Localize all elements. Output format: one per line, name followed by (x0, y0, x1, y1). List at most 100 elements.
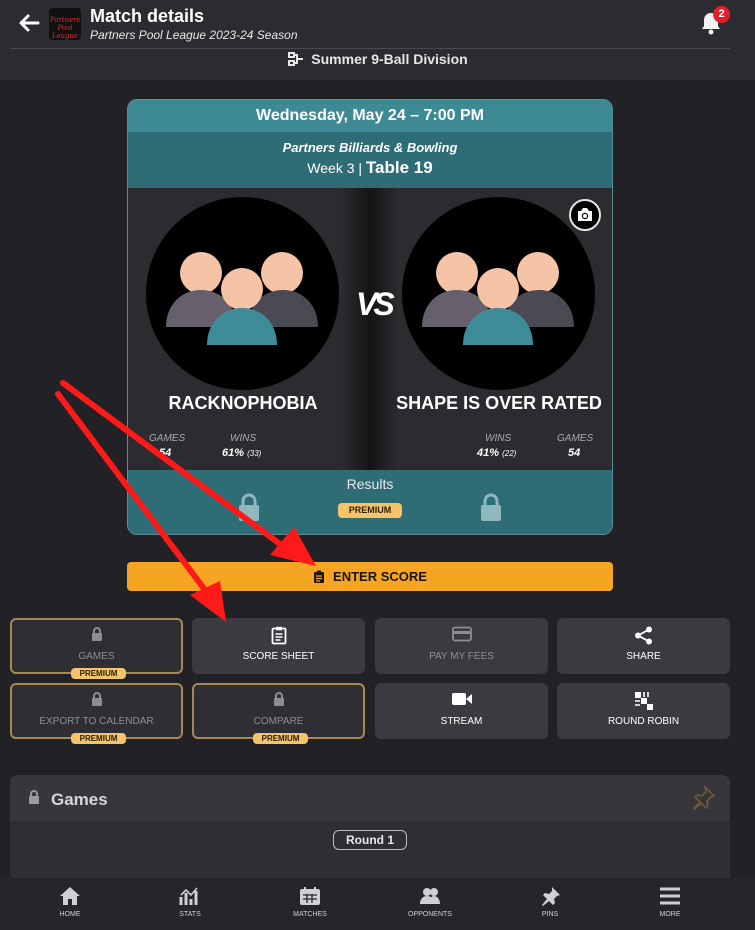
premium-badge: PREMIUM (71, 733, 126, 744)
stream-tile[interactable]: STREAM (375, 683, 548, 739)
venue-band: Partners Billiards & Bowling Week 3 | Ta… (128, 132, 612, 188)
home-games-label: GAMES (149, 433, 186, 444)
clipboard-icon (192, 626, 365, 648)
match-datetime: Wednesday, May 24 – 7:00 PM (128, 100, 612, 132)
share-icon (557, 626, 730, 648)
enter-score-button[interactable]: ENTER SCORE (127, 562, 613, 591)
versus-label: VS (356, 286, 395, 322)
pay-fees-tile-label: PAY MY FEES (429, 651, 494, 662)
round-robin-tile-label: ROUND ROBIN (607, 716, 680, 727)
nav-opponents[interactable]: OPPONENTS (380, 878, 480, 930)
week-table-line: Week 3 | Table 19 (128, 158, 612, 178)
premium-badge-label: PREMIUM (348, 505, 392, 515)
teams-area: VS RACKNOPHOBIA SHAPE IS OVER RATED GAME… (128, 188, 612, 470)
league-logo-text: Partners Pool League (49, 16, 81, 40)
lock-icon (478, 492, 504, 527)
lock-icon (12, 691, 181, 713)
week-label: Week 3 (307, 160, 355, 176)
page-title: Match details (90, 6, 205, 26)
premium-badge[interactable]: PREMIUM (338, 503, 402, 518)
page-subtitle: Partners Pool League 2023-24 Season (90, 28, 298, 42)
home-icon (60, 887, 80, 905)
home-team-name[interactable]: RACKNOPHOBIA (128, 393, 358, 414)
games-panel-header[interactable]: Games (10, 775, 730, 821)
compare-tile-label: COMPARE (253, 716, 304, 727)
games-tile-label: GAMES (78, 651, 115, 662)
round-robin-grid-icon (557, 691, 730, 713)
nav-more[interactable]: MORE (620, 878, 720, 930)
users-icon (420, 888, 440, 904)
nav-opponents-label: OPPONENTS (408, 911, 452, 918)
back-arrow-icon[interactable] (16, 10, 42, 36)
league-logo: Partners Pool League (49, 8, 81, 40)
home-wins-label: WINS (230, 433, 257, 444)
match-card: Wednesday, May 24 – 7:00 PM Partners Bil… (127, 99, 613, 535)
home-wins-count: (33) (247, 449, 262, 458)
export-calendar-tile[interactable]: EXPORT TO CALENDAR PREMIUM (10, 683, 183, 744)
pushpin-icon[interactable] (690, 784, 716, 816)
premium-badge: PREMIUM (71, 668, 126, 679)
team-people-icon (422, 252, 574, 345)
home-wins-pct: 61% (222, 447, 245, 459)
notification-badge: 2 (713, 6, 730, 23)
games-panel-title: Games (51, 790, 108, 809)
premium-badge: PREMIUM (253, 733, 308, 744)
enter-score-label: ENTER SCORE (333, 569, 427, 584)
nav-more-label: MORE (659, 911, 681, 918)
home-team-avatar[interactable] (146, 197, 339, 390)
video-camera-icon (375, 691, 548, 713)
away-games-value: 54 (568, 447, 581, 459)
nav-home-label: HOME (59, 911, 81, 918)
games-panel: Games Round 1 (10, 775, 730, 895)
away-team-name[interactable]: SHAPE IS OVER RATED (384, 393, 612, 414)
nav-matches-label: MATCHES (293, 911, 327, 918)
export-calendar-tile-label: EXPORT TO CALENDAR (39, 716, 154, 727)
hamburger-menu-icon (660, 887, 680, 905)
division-selector[interactable]: Summer 9-Ball Division (0, 50, 755, 80)
credit-card-icon (375, 626, 548, 648)
lock-icon (27, 789, 41, 810)
nav-pins[interactable]: PINS (500, 878, 600, 930)
home-games-value: 54 (159, 447, 172, 459)
compare-tile[interactable]: COMPARE PREMIUM (192, 683, 365, 744)
lock-icon (194, 691, 363, 713)
away-wins-value: 41% (22) (477, 447, 516, 459)
stream-tile-label: STREAM (440, 716, 483, 727)
nav-pins-label: PINS (541, 911, 559, 918)
away-games-label: GAMES (557, 433, 594, 444)
nav-home[interactable]: HOME (20, 878, 120, 930)
clipboard-icon (314, 570, 325, 583)
nav-stats-label: STATS (179, 911, 201, 918)
round-selector[interactable]: Round 1 (333, 830, 407, 850)
score-sheet-tile[interactable]: SCORE SHEET (192, 618, 365, 674)
header-divider (10, 48, 730, 49)
share-tile[interactable]: SHARE (557, 618, 730, 674)
away-wins-pct: 41% (477, 447, 500, 459)
away-team-avatar[interactable] (402, 197, 595, 390)
results-title: Results (346, 476, 394, 492)
stats-chart-icon (179, 887, 198, 905)
week-separator: | (358, 160, 363, 176)
venue-name[interactable]: Partners Billiards & Bowling (128, 132, 612, 155)
results-band: Results PREMIUM (128, 470, 612, 534)
home-wins-value: 61% (33) (222, 447, 261, 459)
away-wins-label: WINS (485, 433, 512, 444)
bracket-icon (288, 52, 304, 66)
round-robin-tile[interactable]: ROUND ROBIN (557, 683, 730, 739)
nav-stats[interactable]: STATS (140, 878, 240, 930)
away-wins-count: (22) (502, 449, 517, 458)
pay-fees-tile[interactable]: PAY MY FEES (375, 618, 548, 674)
team-people-icon (166, 252, 318, 345)
camera-icon[interactable] (569, 199, 601, 231)
bottom-navigation: HOME STATS MATCHES OPPONENTS PINS MORE (0, 878, 755, 930)
nav-matches[interactable]: MATCHES (260, 878, 360, 930)
lock-icon (12, 626, 181, 648)
score-sheet-tile-label: SCORE SHEET (242, 651, 315, 662)
share-tile-label: SHARE (626, 651, 661, 662)
pushpin-icon (542, 887, 560, 906)
table-label: Table 19 (365, 158, 433, 177)
lock-icon (236, 492, 262, 527)
calendar-icon (300, 887, 320, 905)
games-tile[interactable]: GAMES PREMIUM (10, 618, 183, 679)
division-label: Summer 9-Ball Division (311, 51, 468, 67)
